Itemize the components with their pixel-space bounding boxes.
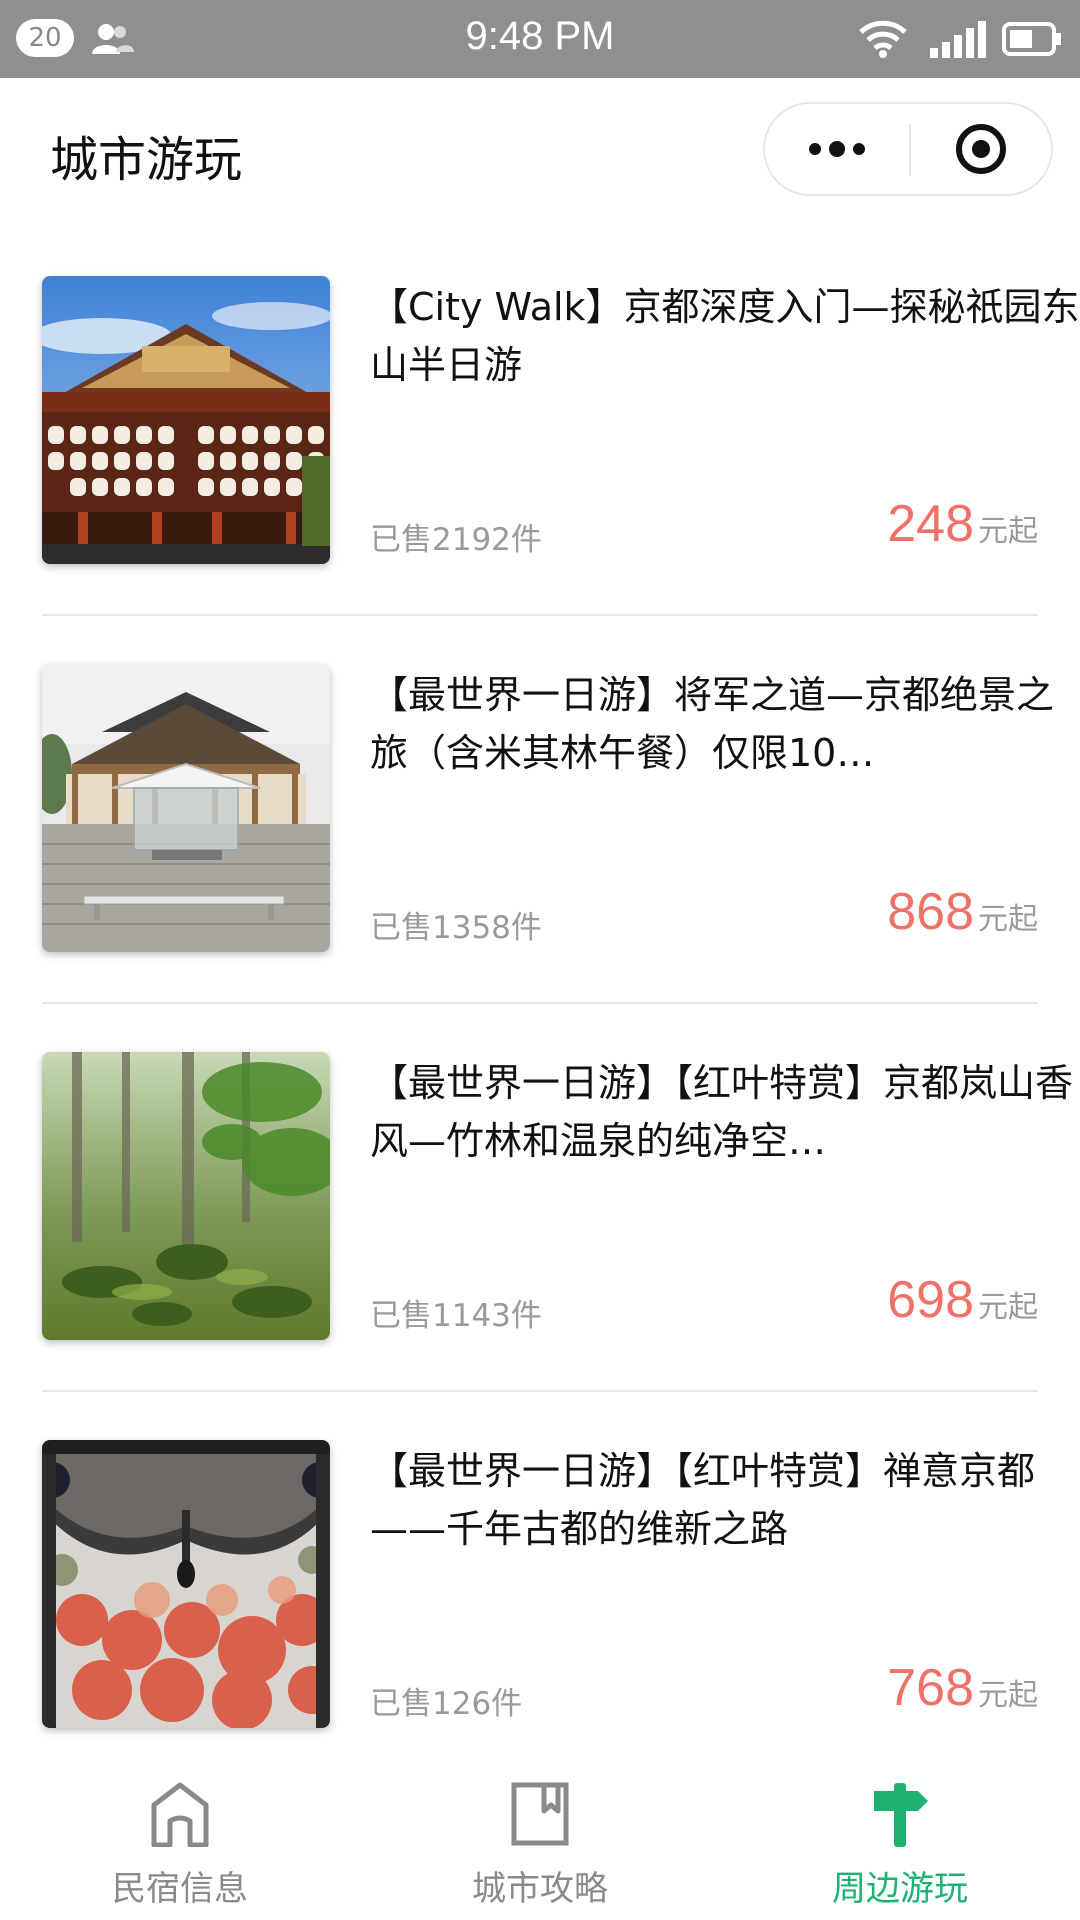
sold-count: 已售2192件 (370, 522, 542, 558)
product-thumbnail (42, 1052, 330, 1340)
product-title: 【最世界一日游】【红叶特赏】禅意京都——千年古都的维新之路 (370, 1449, 1036, 1551)
product-title: 【最世界一日游】将军之道—京都绝景之旅（含米其林午餐）仅限10… (370, 673, 1055, 775)
tab-bar: 民宿信息 城市攻略 周边游玩 (0, 1753, 1080, 1920)
target-close-icon (956, 124, 1006, 174)
list-item[interactable]: 【最世界一日游】将军之道—京都绝景之旅（含米其林午餐）仅限10… 已售1358件… (42, 616, 1054, 1004)
tab-city-guide[interactable]: 城市攻略 (360, 1753, 720, 1920)
price-unit: 元起 (978, 514, 1038, 549)
sold-count: 已售1143件 (370, 1298, 542, 1334)
status-bar: 20 9:48 PM (0, 0, 1080, 78)
price: 868 元起 (887, 882, 1038, 942)
signpost-icon (874, 1783, 928, 1847)
status-time: 9:48 PM (465, 14, 615, 58)
list-item[interactable]: 【City Walk】京都深度入门—探秘祇园东山半日游 已售2192件 248 元… (42, 228, 1080, 616)
wifi-icon (858, 20, 908, 62)
price-unit: 元起 (978, 1678, 1038, 1713)
product-thumbnail (42, 1440, 330, 1728)
price-unit: 元起 (978, 902, 1038, 937)
price-value: 698 (887, 1271, 974, 1329)
price-value: 868 (887, 883, 974, 941)
price: 698 元起 (887, 1270, 1038, 1330)
signal-icon (928, 20, 988, 62)
list-item[interactable]: 【最世界一日游】【红叶特赏】京都岚山香风—竹林和温泉的纯净空… 已售1143件 … (42, 1004, 1073, 1392)
navigation-bar: 城市游玩 (0, 78, 1080, 228)
more-button[interactable] (765, 104, 909, 194)
tab-label: 周边游玩 (832, 1869, 968, 1909)
price-value: 768 (887, 1659, 974, 1717)
home-icon (151, 1782, 209, 1847)
tab-label: 民宿信息 (112, 1869, 248, 1909)
price-unit: 元起 (978, 1290, 1038, 1325)
sold-count: 已售1358件 (370, 910, 542, 946)
product-thumbnail (42, 664, 330, 952)
close-button[interactable] (911, 104, 1051, 194)
list-item[interactable]: 【最世界一日游】【红叶特赏】禅意京都——千年古都的维新之路 已售126件 768… (42, 1392, 1038, 1780)
price: 248 元起 (887, 494, 1038, 554)
page-title: 城市游玩 (50, 132, 243, 188)
mini-program-capsule (763, 102, 1053, 196)
product-title: 【City Walk】京都深度入门—探秘祇园东山半日游 (370, 285, 1080, 387)
tab-label: 城市攻略 (472, 1869, 608, 1909)
price-value: 248 (887, 495, 974, 553)
more-dots-icon (809, 141, 865, 157)
tab-home-info[interactable]: 民宿信息 (0, 1753, 360, 1920)
bookmark-icon (511, 1782, 569, 1846)
price: 768 元起 (887, 1658, 1038, 1718)
product-thumbnail (42, 276, 330, 564)
tab-nearby-fun[interactable]: 周边游玩 (720, 1753, 1080, 1920)
sold-count: 已售126件 (370, 1686, 523, 1722)
battery-icon (1002, 21, 1062, 61)
product-title: 【最世界一日游】【红叶特赏】京都岚山香风—竹林和温泉的纯净空… (370, 1061, 1074, 1163)
